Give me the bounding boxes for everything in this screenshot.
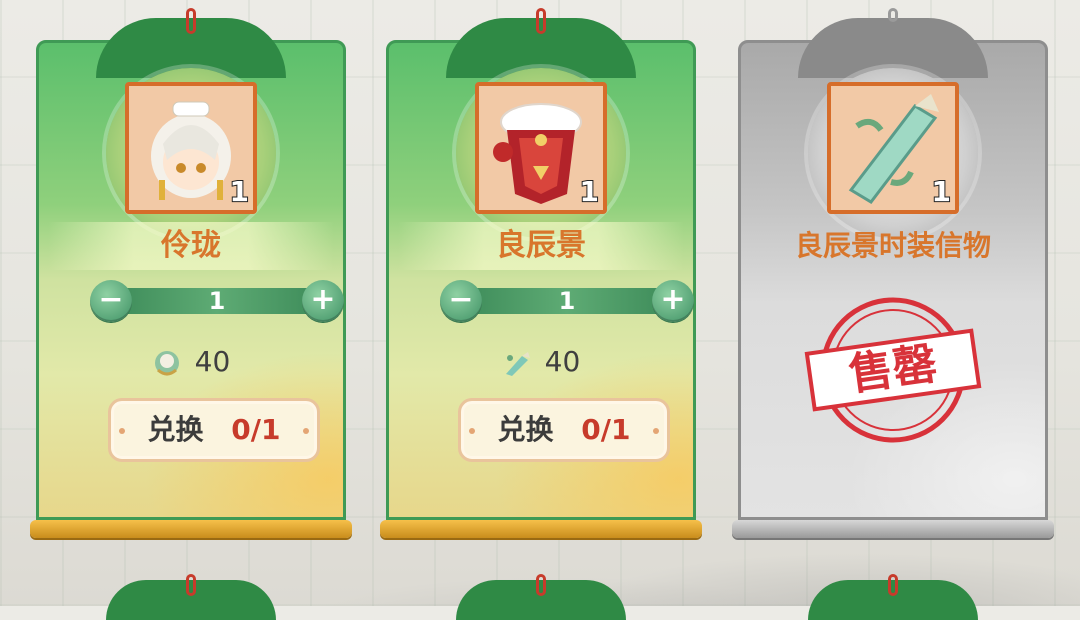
scroll-rod — [30, 520, 352, 538]
decrease-button[interactable]: − — [90, 280, 132, 322]
outfit-token-icon — [505, 352, 530, 376]
price: 40 — [30, 342, 352, 382]
item-slot[interactable]: 1 — [827, 82, 959, 214]
redeem-count: 0/1 — [581, 413, 631, 446]
hanging-ring-icon — [536, 8, 546, 34]
decor-dot — [303, 428, 309, 434]
item-slot[interactable]: 1 — [125, 82, 257, 214]
hanging-ring-icon — [888, 8, 898, 22]
shop-card-outfit-token: 1 良辰景时装信物 售罄 — [732, 0, 1054, 546]
quantity-stepper: − 1 + — [440, 280, 694, 322]
item-slot[interactable]: 1 — [475, 82, 607, 214]
price: 40 — [380, 342, 702, 382]
scroll-rod — [732, 520, 1054, 538]
item-name: 良辰景时装信物 — [794, 229, 991, 262]
price-value: 40 — [544, 345, 581, 378]
shop-card-linglong: 1 伶珑 − 1 + 40 兑换 0/1 — [30, 0, 352, 546]
item-quantity: 1 — [930, 174, 952, 209]
scroll-rod — [380, 520, 702, 538]
increase-button[interactable]: + — [302, 280, 344, 322]
item-quantity: 1 — [578, 174, 600, 209]
price-value: 40 — [194, 345, 231, 378]
quantity-stepper: − 1 + — [90, 280, 344, 322]
stepper-value: 1 — [558, 287, 576, 315]
hanging-ring-icon — [888, 574, 898, 596]
increase-button[interactable]: + — [652, 280, 694, 322]
decor-dot — [469, 428, 475, 434]
item-quantity: 1 — [228, 174, 250, 209]
hanging-ring-icon — [186, 574, 196, 596]
redeem-label: 兑换 — [497, 413, 554, 446]
decrease-button[interactable]: − — [440, 280, 482, 322]
character-token-icon — [154, 351, 179, 376]
sold-out-label: 售罄 — [845, 338, 941, 401]
item-name: 良辰景 — [398, 222, 684, 270]
redeem-label: 兑换 — [147, 413, 204, 446]
stepper-value: 1 — [208, 287, 226, 315]
decor-dot — [119, 428, 125, 434]
hanging-ring-icon — [186, 8, 196, 34]
shop-card-liangchenjing: 1 良辰景 − 1 + 40 兑换 0/1 — [380, 0, 702, 546]
decor-dot — [653, 428, 659, 434]
redeem-count: 0/1 — [231, 413, 281, 446]
item-name: 伶珑 — [48, 222, 334, 270]
redeem-button[interactable]: 兑换 0/1 — [108, 398, 320, 462]
redeem-button[interactable]: 兑换 0/1 — [458, 398, 670, 462]
hanging-ring-icon — [536, 574, 546, 596]
sold-out-stamp: 售罄 — [800, 290, 986, 450]
